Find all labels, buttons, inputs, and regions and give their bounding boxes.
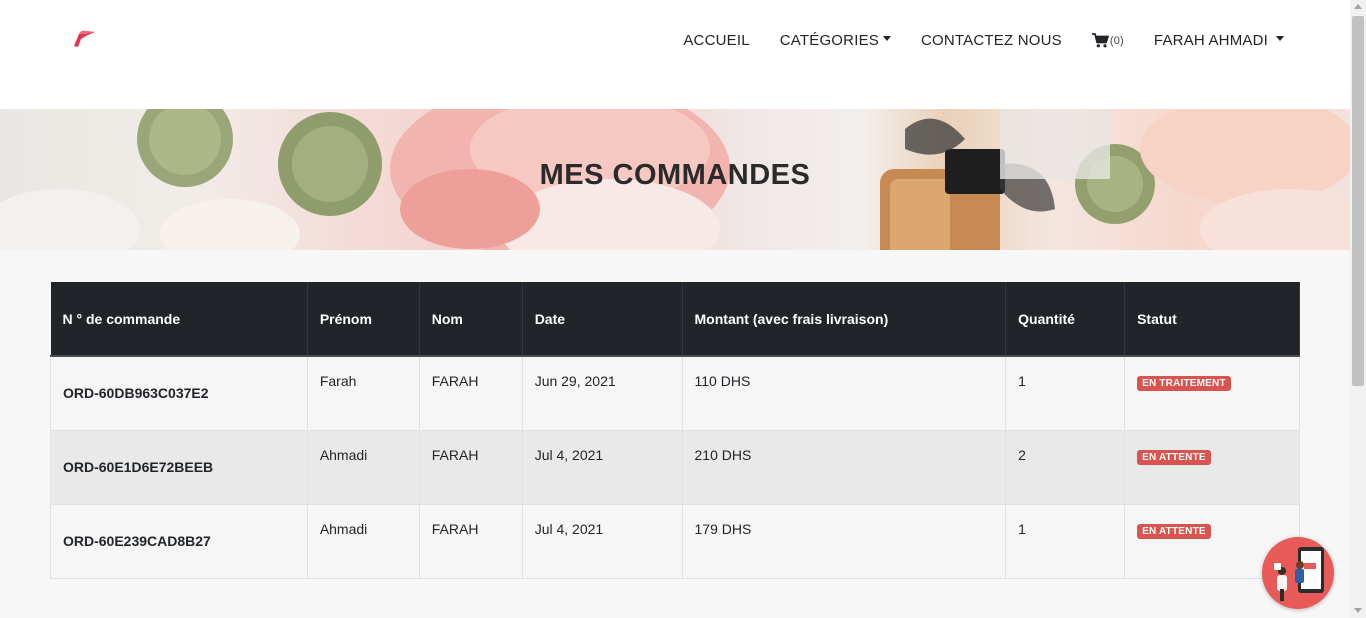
montant-cell: 179 DHS [681,503,1007,579]
scroll-up-arrow-icon[interactable] [1354,4,1362,9]
chat-illustration-icon [1274,547,1324,601]
prenom-cell: Ahmadi [306,429,420,505]
page-scrollbar[interactable] [1350,0,1366,618]
col-header-order-number: N ° de commande [50,282,308,357]
nav-cart[interactable]: (0) [1091,32,1124,48]
montant-cell: 210 DHS [681,429,1007,505]
statut-cell: EN ATTENTE [1124,429,1300,505]
status-badge: EN ATTENTE [1137,449,1211,465]
date-cell: Jul 4, 2021 [521,503,683,579]
caret-down-icon [883,35,891,41]
cart-count: (0) [1109,35,1124,47]
prenom-cell: Farah [306,355,420,431]
main-nav: ACCUEIL CATÉGORIES CONTACTEZ NOUS (0) FA… [653,30,1284,50]
status-badge: EN TRAITEMENT [1137,376,1231,391]
caret-down-icon [1276,35,1284,41]
table-row: ORD-60E239CAD8B27 Ahmadi FARAH Jul 4, 20… [50,503,1300,579]
nav-accueil[interactable]: ACCUEIL [683,32,749,49]
date-cell: Jun 29, 2021 [521,355,683,431]
nom-cell: FARAH [418,355,523,431]
order-number-cell: ORD-60E239CAD8B27 [50,503,308,579]
montant-cell: 110 DHS [681,355,1007,431]
col-header-date: Date [522,282,683,357]
col-header-nom: Nom [419,282,523,357]
quantite-cell: 1 [1005,503,1126,579]
table-row: ORD-60E1D6E72BEEB Ahmadi FARAH Jul 4, 20… [50,429,1300,505]
page-banner: MES COMMANDES [0,109,1350,250]
orders-table: N ° de commande Prénom Nom Date Montant … [50,282,1300,579]
orders-table-container: N ° de commande Prénom Nom Date Montant … [50,282,1300,579]
scrollbar-thumb[interactable] [1352,16,1364,386]
statut-cell: EN TRAITEMENT [1124,355,1300,431]
order-number-cell: ORD-60DB963C037E2 [50,355,308,431]
nav-user-dropdown[interactable]: FARAH AHMADI [1154,32,1284,49]
nom-cell: FARAH [418,503,523,579]
date-cell: Jul 4, 2021 [521,429,683,505]
nom-cell: FARAH [418,429,523,505]
status-badge: EN ATTENTE [1137,523,1211,539]
table-header-row: N ° de commande Prénom Nom Date Montant … [50,282,1300,357]
quantite-cell: 2 [1005,429,1126,505]
chat-widget-button[interactable] [1262,537,1334,609]
page-title: MES COMMANDES [539,159,811,191]
navbar: ACCUEIL CATÉGORIES CONTACTEZ NOUS (0) FA… [0,0,1350,109]
col-header-quantite: Quantité [1005,282,1126,357]
cart-icon [1091,32,1109,47]
table-row: ORD-60DB963C037E2 Farah FARAH Jun 29, 20… [50,355,1300,431]
order-number-cell: ORD-60E1D6E72BEEB [50,429,308,505]
col-header-prenom: Prénom [307,282,420,357]
scroll-down-arrow-icon[interactable] [1354,608,1362,613]
nav-contact-label: CONTACTEZ NOUS [921,31,1062,49]
brand-logo[interactable] [70,28,98,50]
nav-categories-dropdown[interactable]: CATÉGORIES [780,32,891,49]
col-header-statut: Statut [1124,282,1300,357]
prenom-cell: Ahmadi [306,503,420,579]
quantite-cell: 1 [1005,355,1126,431]
nav-user-label: FARAH AHMADI [1153,31,1268,49]
nav-contact[interactable]: CONTACTEZ NOUS [921,32,1062,49]
col-header-montant: Montant (avec frais livraison) [682,282,1007,357]
nav-accueil-label: ACCUEIL [683,31,750,49]
nav-categories-label: CATÉGORIES [779,31,879,49]
